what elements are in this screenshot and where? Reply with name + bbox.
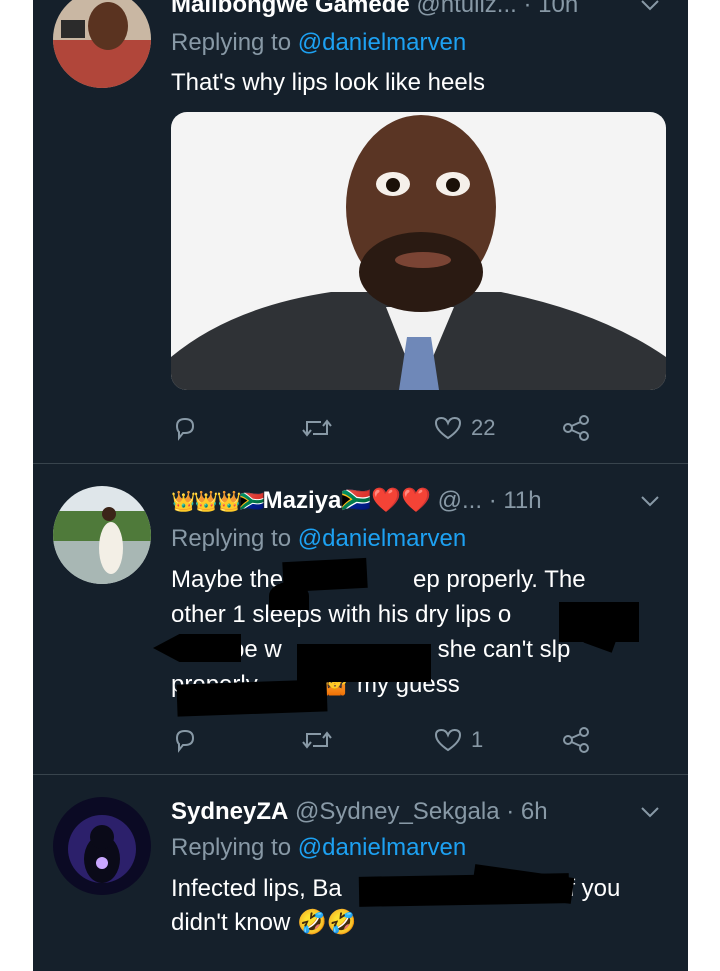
avatar[interactable] — [53, 0, 151, 88]
text-fragment: didn't know 🤣🤣 — [171, 909, 357, 936]
tweet-actions: 1 — [171, 722, 611, 758]
tweet-actions: 22 — [171, 410, 611, 446]
replying-to: Replying to @danielmarven — [171, 29, 467, 56]
chevron-down-icon[interactable] — [640, 494, 660, 508]
share-icon — [563, 727, 589, 753]
name-emoji-suffix: 🇿🇦❤️❤️ — [341, 487, 431, 514]
redaction-mark — [153, 634, 241, 662]
user-handle[interactable]: @... — [438, 487, 482, 514]
tweet-header: Malibongwe Gamede @ntuliz... · 10h — [171, 0, 578, 20]
reply-icon — [175, 417, 195, 441]
display-name[interactable]: Malibongwe Gamede — [171, 0, 410, 18]
redaction-mark — [176, 679, 328, 717]
user-handle[interactable]: @Sydney_Sekgala — [295, 798, 500, 825]
tweet-time[interactable]: · 6h — [506, 798, 547, 825]
name-emoji-prefix: 👑👑👑🇿🇦 — [171, 491, 265, 513]
text-fragment: other 1 sleeps with his dry lips o — [171, 601, 512, 628]
reply-button[interactable] — [171, 410, 207, 446]
replying-to: Replying to @danielmarven — [171, 525, 467, 552]
like-button[interactable]: 1 — [433, 722, 483, 758]
retweet-button[interactable] — [301, 722, 341, 758]
tweet-text: That's why lips look like heels — [171, 69, 486, 96]
retweet-icon — [302, 419, 332, 437]
tweet-1[interactable]: Malibongwe Gamede @ntuliz... · 10h Reply… — [33, 0, 688, 463]
retweet-button[interactable] — [301, 410, 341, 446]
tweet-time[interactable]: · 11h — [489, 487, 542, 514]
replying-to-link[interactable]: @danielmarven — [298, 834, 466, 861]
text-fragment: Infected lips, Ba — [171, 875, 342, 902]
like-count: 22 — [471, 415, 496, 440]
redaction-mark — [269, 582, 309, 610]
tweet-2[interactable]: 👑👑👑🇿🇦Maziya🇿🇦❤️❤️ @... · 11h Replying to… — [33, 464, 688, 774]
display-name[interactable]: 👑👑👑🇿🇦Maziya🇿🇦❤️❤️ — [171, 487, 431, 514]
text-fragment: ep properly. The — [413, 566, 586, 593]
share-button[interactable] — [561, 722, 599, 758]
chevron-down-icon[interactable] — [640, 805, 660, 819]
share-icon — [563, 415, 589, 441]
share-button[interactable] — [561, 410, 599, 446]
reply-button[interactable] — [171, 722, 207, 758]
avatar[interactable] — [53, 797, 151, 895]
tweet-3[interactable]: SydneyZA @Sydney_Sekgala · 6h Replying t… — [33, 775, 688, 971]
display-name[interactable]: SydneyZA — [171, 798, 288, 825]
chevron-down-icon[interactable] — [640, 0, 660, 12]
user-handle[interactable]: @ntuliz... — [416, 0, 516, 18]
replying-to-link[interactable]: @danielmarven — [298, 29, 466, 56]
reply-icon — [175, 729, 195, 753]
replying-to: Replying to @danielmarven — [171, 834, 467, 861]
tweet-header: 👑👑👑🇿🇦Maziya🇿🇦❤️❤️ @... · 11h — [171, 486, 542, 517]
tweet-header: SydneyZA @Sydney_Sekgala · 6h — [171, 797, 548, 827]
like-icon — [434, 416, 462, 440]
like-count: 1 — [471, 727, 484, 752]
timeline-screen: Malibongwe Gamede @ntuliz... · 10h Reply… — [33, 0, 688, 971]
tweet-media[interactable] — [171, 112, 666, 390]
redaction-mark — [297, 644, 431, 682]
replying-to-link[interactable]: @danielmarven — [298, 525, 466, 552]
retweet-icon — [302, 731, 332, 749]
text-fragment: cz she can't slp — [407, 636, 571, 663]
like-icon — [434, 728, 462, 752]
avatar[interactable] — [53, 486, 151, 584]
like-button[interactable]: 22 — [433, 410, 495, 446]
tweet-time[interactable]: · 10h — [523, 0, 578, 18]
